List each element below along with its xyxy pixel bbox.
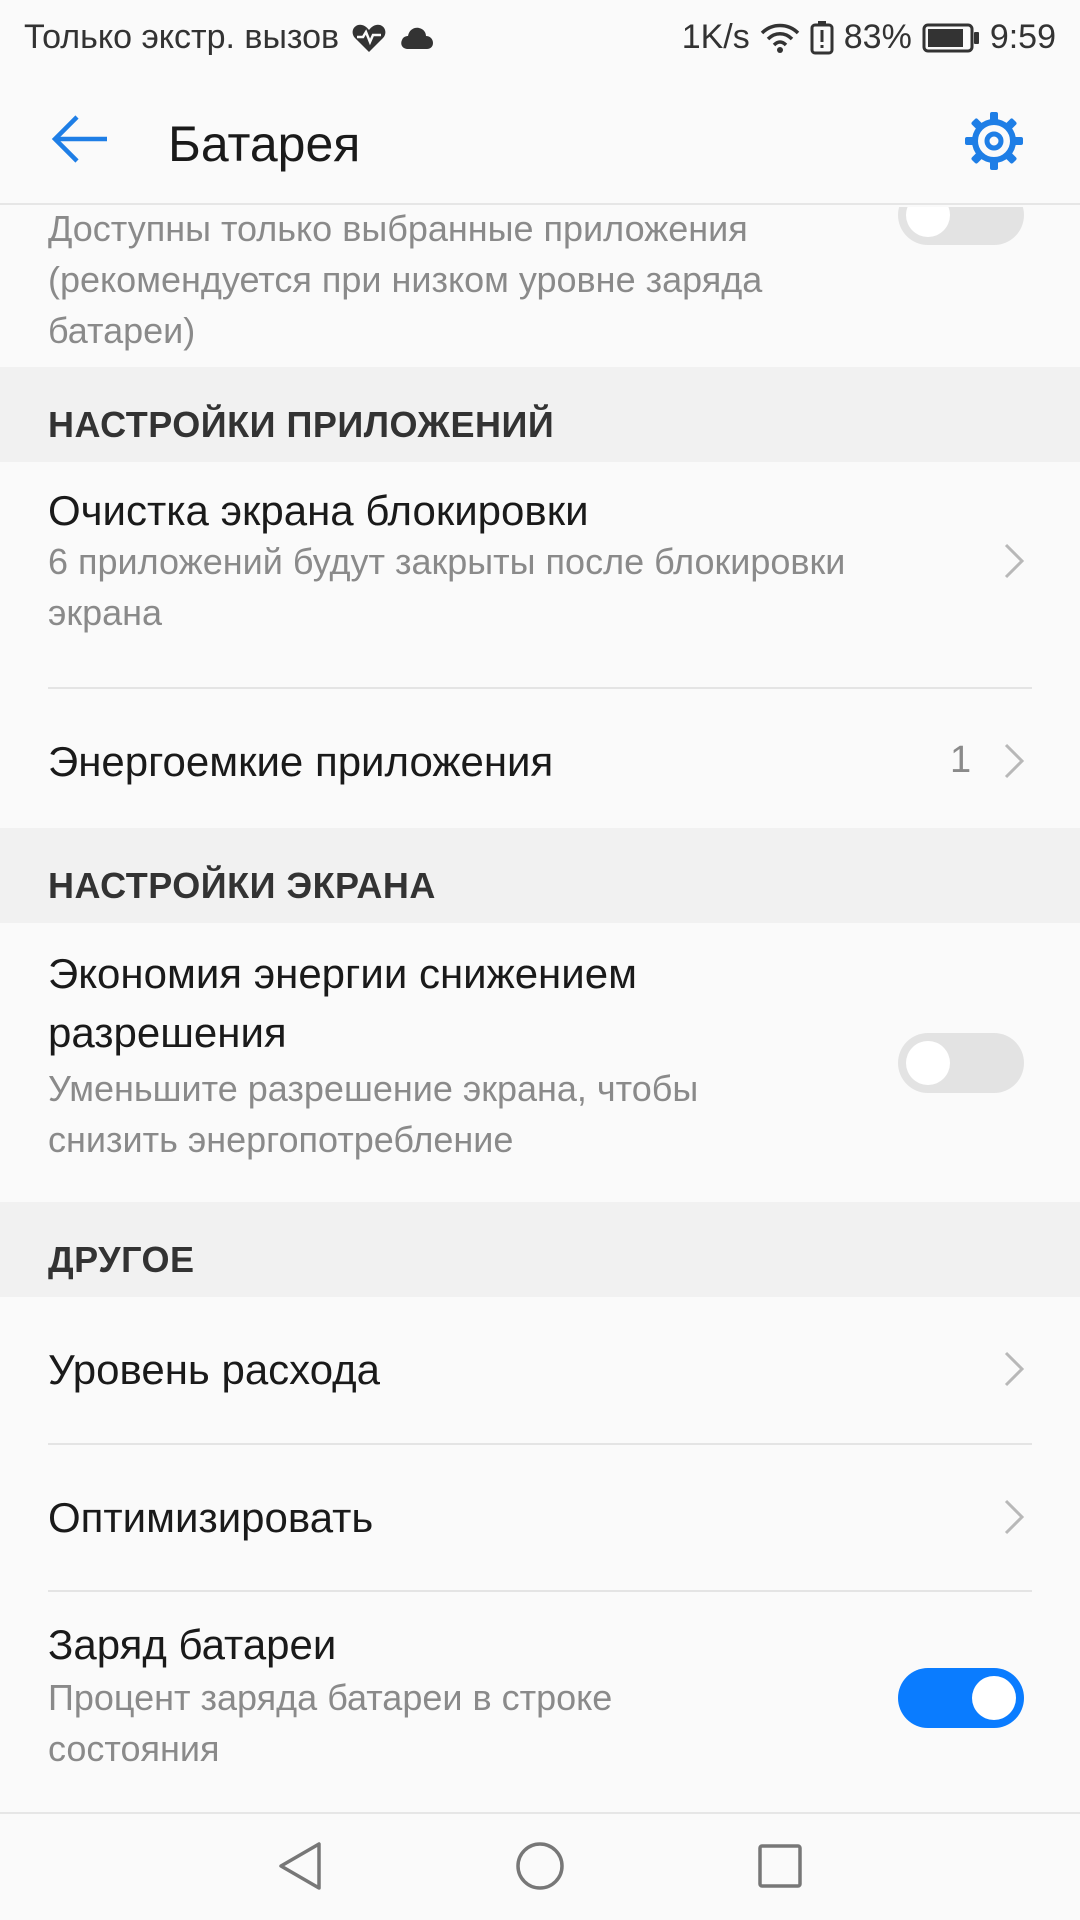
status-bar: Только экстр. вызов 1K/s 83% 9:59 bbox=[0, 0, 1080, 75]
list-item-consumption-level[interactable]: Уровень расхода bbox=[0, 1297, 1080, 1445]
list-item-optimize[interactable]: Оптимизировать bbox=[0, 1445, 1080, 1592]
battery-icon bbox=[922, 23, 980, 53]
recents-square-icon bbox=[756, 1842, 804, 1895]
home-circle-icon bbox=[514, 1840, 566, 1897]
item-subtitle-line2: снизить энергопотребление bbox=[48, 1119, 514, 1160]
chevron-right-icon bbox=[1000, 1349, 1028, 1389]
section-title: ДРУГОЕ bbox=[48, 1239, 195, 1280]
section-header-screen-settings: НАСТРОЙКИ ЭКРАНА bbox=[0, 828, 1080, 923]
list-item-resolution-saving[interactable]: Экономия энергии снижением разрешения Ум… bbox=[0, 923, 1080, 1199]
app-bar: Батарея bbox=[0, 75, 1080, 205]
settings-list[interactable]: Доступны только выбранные приложения (ре… bbox=[0, 207, 1080, 1812]
item-title: Очистка экрана блокировки bbox=[48, 487, 589, 534]
chevron-right-icon bbox=[1000, 741, 1028, 781]
partial-subtitle-line2: (рекомендуется при низком уровне заряда bbox=[48, 259, 763, 300]
item-title: Уровень расхода bbox=[48, 1346, 381, 1393]
cloud-icon bbox=[399, 25, 435, 51]
item-title: Оптимизировать bbox=[48, 1494, 374, 1541]
item-title: Энергоемкие приложения bbox=[48, 738, 554, 785]
section-header-other: ДРУГОЕ bbox=[0, 1202, 1080, 1297]
network-speed: 1K/s bbox=[681, 18, 750, 56]
section-title: НАСТРОЙКИ ЭКРАНА bbox=[48, 865, 436, 906]
item-subtitle-line1: 6 приложений будут закрыты после блокиро… bbox=[48, 541, 846, 582]
section-header-app-settings: НАСТРОЙКИ ПРИЛОЖЕНИЙ bbox=[0, 367, 1080, 462]
arrow-left-icon bbox=[51, 114, 109, 169]
navigation-bar bbox=[0, 1812, 1080, 1920]
gear-icon bbox=[963, 110, 1025, 177]
battery-percent-text: 83% bbox=[843, 18, 912, 56]
toggle-resolution-saving[interactable] bbox=[898, 1033, 1024, 1093]
clock-time: 9:59 bbox=[989, 18, 1056, 56]
item-title-line2: разрешения bbox=[48, 1009, 287, 1056]
back-button[interactable] bbox=[48, 113, 112, 169]
carrier-text: Только экстр. вызов bbox=[24, 18, 340, 56]
item-title-line1: Экономия энергии снижением bbox=[48, 950, 637, 997]
status-left: Только экстр. вызов bbox=[24, 18, 435, 57]
item-subtitle-line2: состояния bbox=[48, 1728, 220, 1769]
list-item-power-intensive[interactable]: Энергоемкие приложения 1 bbox=[0, 689, 1080, 835]
nav-home-button[interactable] bbox=[510, 1838, 570, 1898]
partial-subtitle-line1: Доступны только выбранные приложения bbox=[48, 208, 748, 249]
page-title: Батарея bbox=[168, 116, 361, 172]
list-item-lock-cleanup[interactable]: Очистка экрана блокировки 6 приложений б… bbox=[0, 462, 1080, 689]
status-right: 1K/s 83% 9:59 bbox=[682, 18, 1056, 57]
wifi-icon bbox=[760, 22, 800, 54]
battery-alert-icon bbox=[810, 20, 834, 55]
section-title: НАСТРОЙКИ ПРИЛОЖЕНИЙ bbox=[48, 404, 555, 445]
chevron-right-icon bbox=[1000, 541, 1028, 581]
back-triangle-icon bbox=[275, 1840, 325, 1897]
item-subtitle-line1: Процент заряда батареи в строке bbox=[48, 1677, 613, 1718]
list-item-power-saving-partial[interactable]: Доступны только выбранные приложения (ре… bbox=[0, 207, 1080, 367]
item-subtitle-line2: экрана bbox=[48, 592, 163, 633]
heart-pulse-icon bbox=[351, 22, 387, 54]
partial-subtitle-line3: батареи) bbox=[48, 310, 196, 351]
item-title: Заряд батареи bbox=[48, 1621, 337, 1668]
toggle-partial-item[interactable] bbox=[898, 207, 1024, 245]
settings-button[interactable] bbox=[962, 111, 1026, 175]
nav-recents-button[interactable] bbox=[750, 1838, 810, 1898]
count-value: 1 bbox=[950, 739, 972, 781]
toggle-battery-percent[interactable] bbox=[898, 1668, 1024, 1728]
chevron-right-icon bbox=[1000, 1497, 1028, 1537]
item-subtitle-line1: Уменьшите разрешение экрана, чтобы bbox=[48, 1068, 699, 1109]
list-item-battery-percent[interactable]: Заряд батареи Процент заряда батареи в с… bbox=[0, 1592, 1080, 1812]
nav-back-button[interactable] bbox=[270, 1838, 330, 1898]
